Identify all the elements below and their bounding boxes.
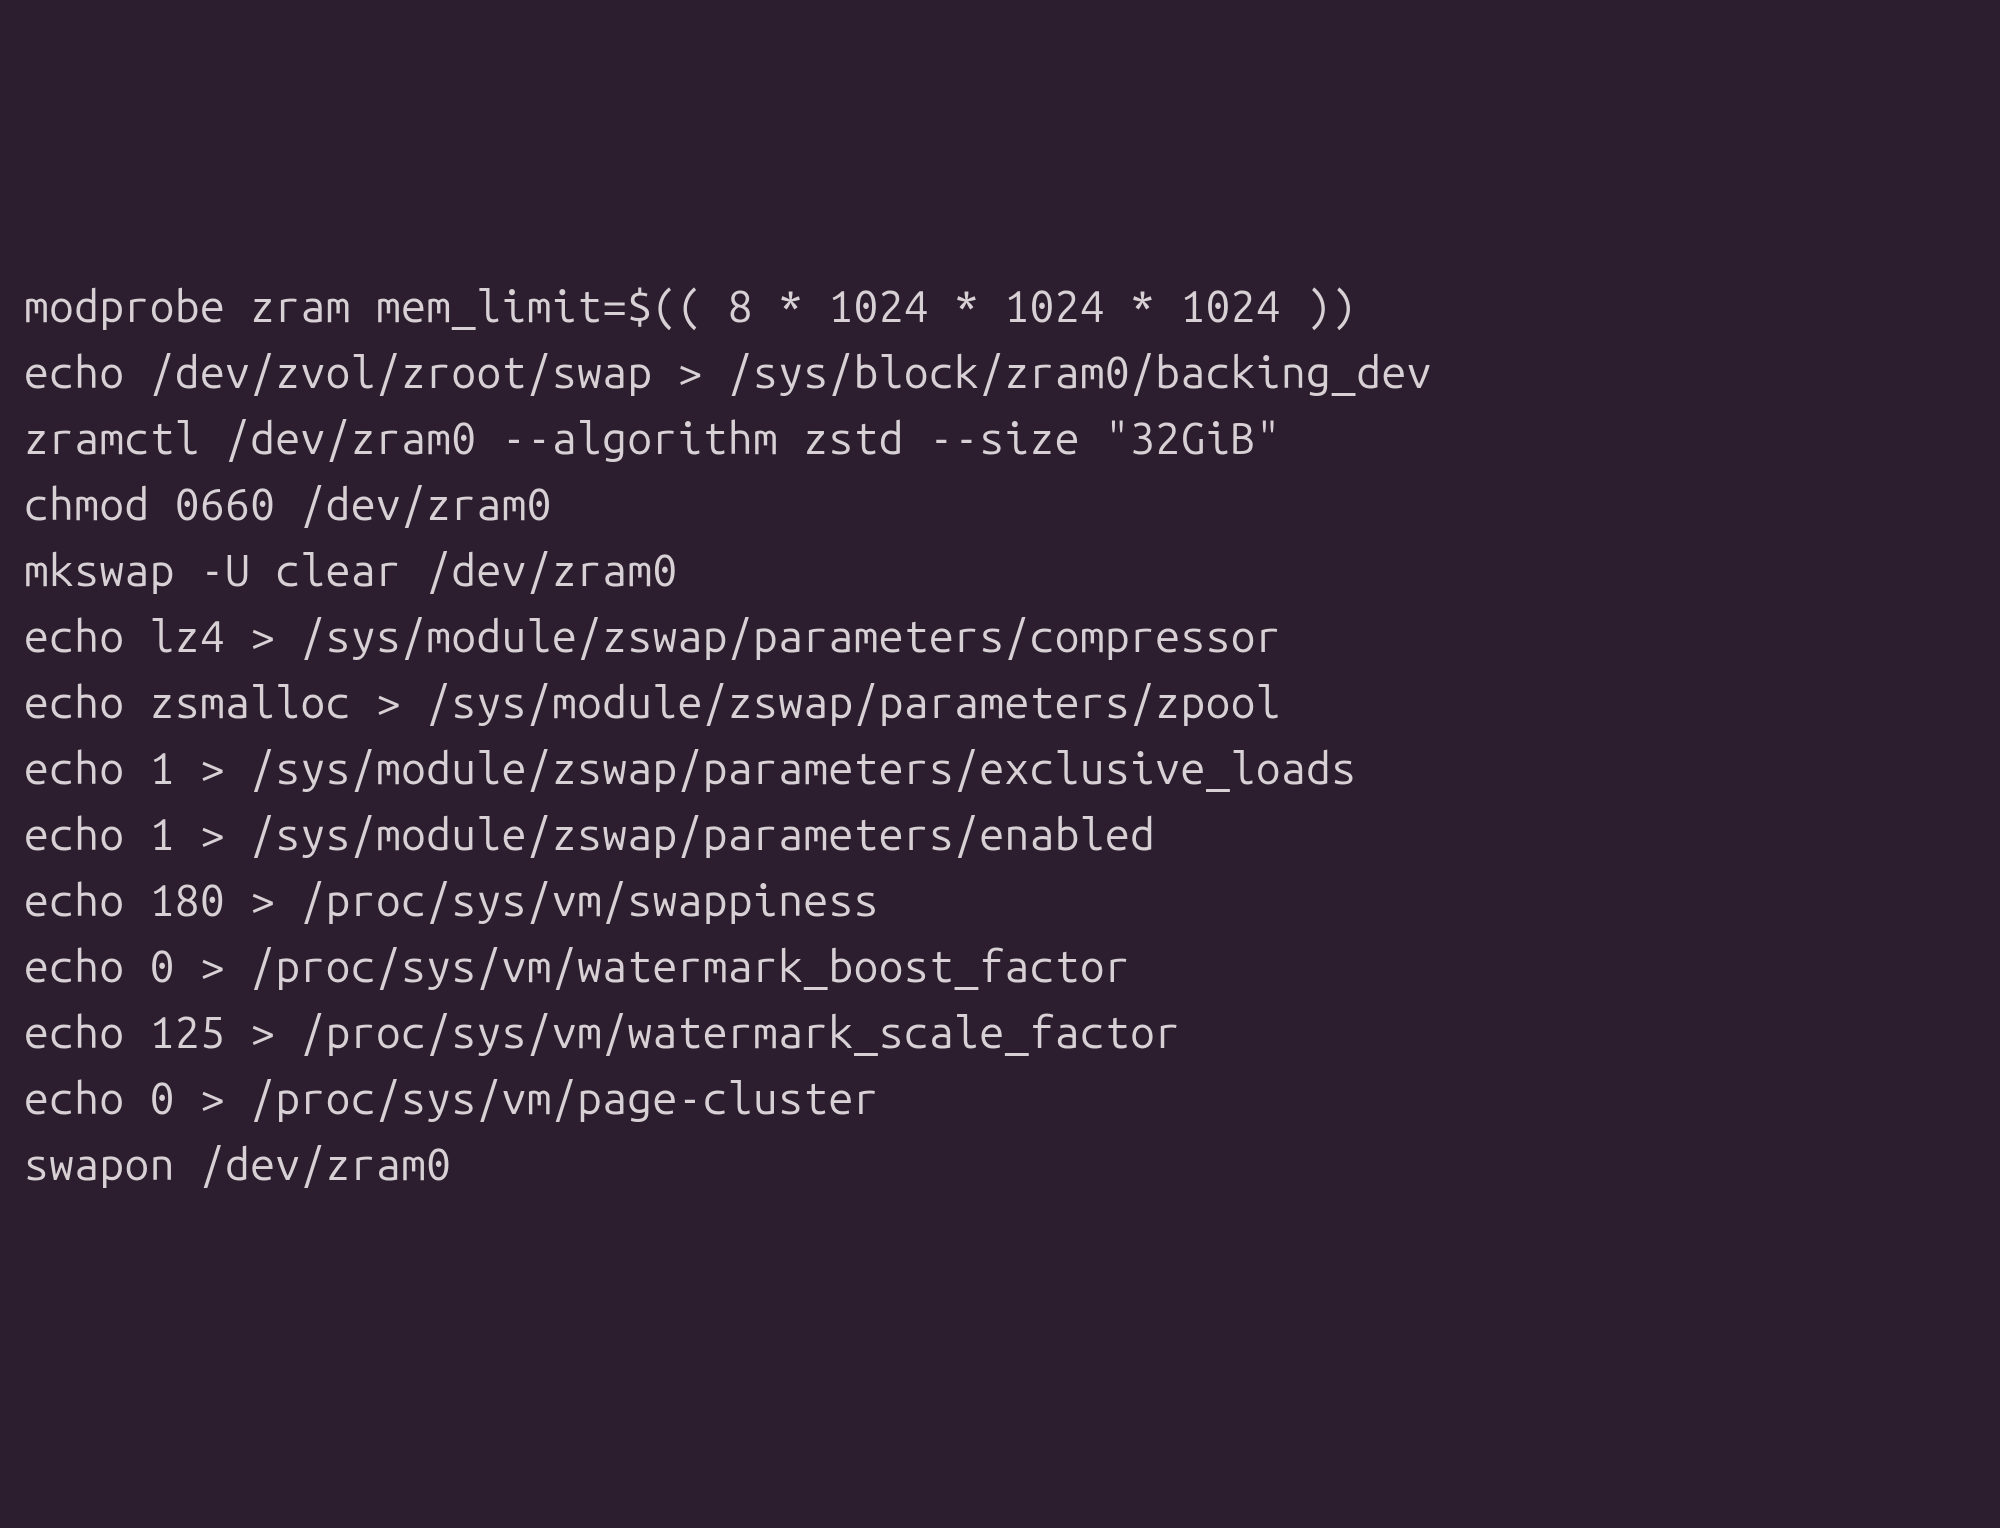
terminal-line: echo 1 > /sys/module/zswap/parameters/ex… [24, 736, 1976, 802]
terminal-line: echo 0 > /proc/sys/vm/watermark_boost_fa… [24, 934, 1976, 1000]
terminal-line: mkswap -U clear /dev/zram0 [24, 538, 1976, 604]
terminal-line: echo 125 > /proc/sys/vm/watermark_scale_… [24, 1000, 1976, 1066]
terminal-line: swapon /dev/zram0 [24, 1132, 1976, 1198]
terminal-line: echo 0 > /proc/sys/vm/page-cluster [24, 1066, 1976, 1132]
terminal-output[interactable]: modprobe zram mem_limit=$(( 8 * 1024 * 1… [24, 274, 1976, 1198]
terminal-line: echo /dev/zvol/zroot/swap > /sys/block/z… [24, 340, 1976, 406]
terminal-line: modprobe zram mem_limit=$(( 8 * 1024 * 1… [24, 274, 1976, 340]
terminal-line: echo 180 > /proc/sys/vm/swappiness [24, 868, 1976, 934]
terminal-line: zramctl /dev/zram0 --algorithm zstd --si… [24, 406, 1976, 472]
terminal-line: chmod 0660 /dev/zram0 [24, 472, 1976, 538]
terminal-line: echo zsmalloc > /sys/module/zswap/parame… [24, 670, 1976, 736]
terminal-line: echo 1 > /sys/module/zswap/parameters/en… [24, 802, 1976, 868]
terminal-line: echo lz4 > /sys/module/zswap/parameters/… [24, 604, 1976, 670]
